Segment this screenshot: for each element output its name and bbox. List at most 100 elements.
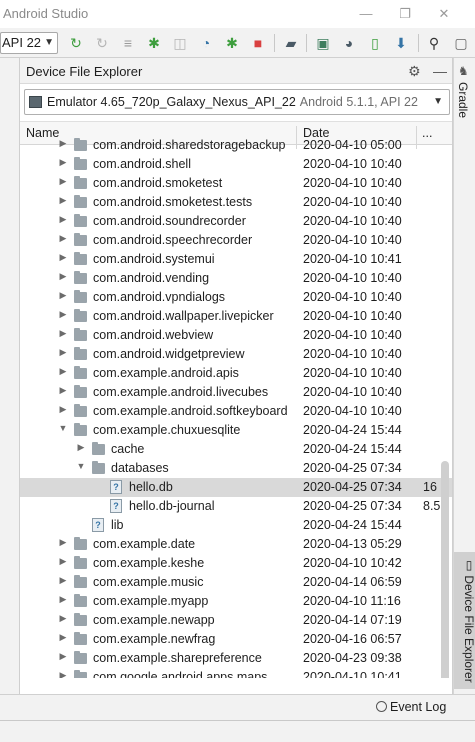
file-date: 2020-04-10 10:40 [303, 271, 402, 285]
expand-right-icon[interactable]: ▶ [58, 537, 68, 548]
table-row[interactable]: ▶ com.example.newapp 2020-04-14 07:19 [20, 611, 452, 630]
table-row[interactable]: ▶ com.android.widgetpreview 2020-04-10 10:… [20, 345, 452, 364]
table-row[interactable]: ? lib 2020-04-24 15:44 [20, 516, 452, 535]
profiler-icon[interactable]: ◔ [197, 34, 215, 52]
file-date: 2020-04-10 10:40 [303, 157, 402, 171]
table-row[interactable]: ▶ com.google.android.apps.maps 2020-04-10 … [20, 668, 452, 678]
expand-right-icon[interactable]: ▶ [58, 347, 68, 358]
expand-right-icon[interactable]: ▶ [58, 309, 68, 320]
attach-debugger-icon[interactable]: ✱ [223, 34, 241, 52]
expand-right-icon[interactable]: ▶ [58, 404, 68, 415]
expand-right-icon[interactable]: ▶ [58, 613, 68, 624]
expand-right-icon[interactable]: ▶ [58, 157, 68, 168]
expand-right-icon[interactable]: ▶ [58, 651, 68, 662]
expand-right-icon[interactable]: ▶ [58, 328, 68, 339]
expand-right-icon[interactable]: ▶ [58, 214, 68, 225]
expand-right-icon[interactable]: ▶ [58, 252, 68, 263]
device-version: Android 5.1.1, API 22 [299, 95, 418, 109]
gear-icon[interactable]: ⚙ [408, 63, 421, 80]
table-row[interactable]: ▶ cache 2020-04-24 15:44 [20, 440, 452, 459]
project-structure-icon[interactable]: ▰ [282, 34, 300, 52]
expand-right-icon[interactable]: ▶ [58, 575, 68, 586]
run-anything-icon[interactable]: ▣ [314, 34, 332, 52]
run-config-select[interactable]: API 22 ▼ [0, 32, 58, 54]
apply-code-changes-icon[interactable]: ≡ [119, 34, 137, 52]
table-row[interactable]: ▶ com.example.android.softkeyboard 2020-04… [20, 402, 452, 421]
table-row[interactable]: ? hello.db 2020-04-25 07:34 16 [20, 478, 452, 497]
file-name: cache [111, 442, 145, 456]
table-row[interactable]: ▶ com.example.android.livecubes 2020-04-10… [20, 383, 452, 402]
table-row[interactable]: ▶ com.android.vending 2020-04-10 10:40 [20, 269, 452, 288]
table-row[interactable]: ▶ com.example.keshe 2020-04-10 10:42 [20, 554, 452, 573]
file-size: 8.5 [423, 499, 441, 513]
table-row[interactable]: ▼ databases 2020-04-25 07:34 [20, 459, 452, 478]
expand-right-icon[interactable]: ▶ [58, 594, 68, 605]
table-row[interactable]: ▶ com.example.music 2020-04-14 06:59 [20, 573, 452, 592]
file-date: 2020-04-24 15:44 [303, 442, 402, 456]
tab-gradle[interactable]: Gradle [456, 82, 470, 118]
table-row[interactable]: ▶ com.android.systemui 2020-04-10 10:41 [20, 250, 452, 269]
expand-right-icon[interactable]: ▶ [58, 290, 68, 301]
expand-right-icon[interactable]: ▶ [58, 632, 68, 643]
event-log-button[interactable]: Event Log [376, 700, 446, 714]
table-row[interactable]: ▶ com.android.soundrecorder 2020-04-10 10:… [20, 212, 452, 231]
table-row[interactable]: ▶ com.android.speechrecorder 2020-04-10 10… [20, 231, 452, 250]
expand-right-icon[interactable]: ▶ [58, 366, 68, 377]
table-row[interactable]: ▶ com.example.android.apis 2020-04-10 10:4… [20, 364, 452, 383]
sync-gradle-icon[interactable]: ◕ [340, 34, 358, 52]
rerun-icon[interactable]: ↻ [67, 34, 85, 52]
coverage-icon[interactable]: ◫ [171, 34, 189, 52]
table-row[interactable]: ▶ com.android.smoketest 2020-04-10 10:40 [20, 174, 452, 193]
table-row[interactable]: ▶ com.android.webview 2020-04-10 10:40 [20, 326, 452, 345]
chevron-down-icon: ▼ [433, 96, 443, 107]
avatar[interactable]: ▢ [452, 34, 470, 52]
expand-right-icon[interactable]: ▶ [58, 233, 68, 244]
avd-manager-icon[interactable]: ▯ [366, 34, 384, 52]
file-name: com.example.date [93, 537, 196, 551]
expand-right-icon[interactable]: ▶ [76, 442, 86, 453]
expand-right-icon[interactable]: ▶ [58, 195, 68, 206]
table-row[interactable]: ▶ com.android.smoketest.tests 2020-04-10 1… [20, 193, 452, 212]
expand-right-icon[interactable]: ▶ [58, 271, 68, 282]
expand-down-icon[interactable]: ▼ [76, 461, 86, 471]
tab-device-file-explorer[interactable]: ▯ Device File Explorer [454, 552, 475, 689]
file-name: com.android.sharedstoragebackup [93, 138, 286, 152]
close-icon[interactable]: ✕ [434, 5, 454, 23]
device-select[interactable]: Emulator 4.65_720p_Galaxy_Nexus_API_22 An… [24, 89, 450, 115]
expand-right-icon[interactable]: ▶ [58, 385, 68, 396]
table-row[interactable]: ▶ com.example.newfrag 2020-04-16 06:57 [20, 630, 452, 649]
table-row[interactable]: ▶ com.android.wallpaper.livepicker 2020-04… [20, 307, 452, 326]
expand-right-icon[interactable]: ▶ [58, 670, 68, 678]
stop-icon[interactable]: ■ [249, 34, 267, 52]
table-row[interactable]: ▶ com.example.date 2020-04-13 05:29 [20, 535, 452, 554]
table-row[interactable]: ▶ com.example.sharepreference 2020-04-23 0… [20, 649, 452, 668]
file-date: 2020-04-23 09:38 [303, 651, 402, 665]
table-row[interactable]: ? hello.db-journal 2020-04-25 07:34 8.5 [20, 497, 452, 516]
minimize-icon[interactable]: — [356, 5, 376, 23]
expand-down-icon[interactable]: ▼ [58, 423, 68, 433]
table-row[interactable]: ▼ com.example.chuxuesqlite 2020-04-24 15:4… [20, 421, 452, 440]
hide-panel-icon[interactable]: — [433, 63, 447, 79]
debug-icon[interactable]: ✱ [145, 34, 163, 52]
expand-right-icon[interactable]: ▶ [58, 556, 68, 567]
folder-icon [74, 651, 87, 664]
table-row[interactable]: ▶ com.android.shell 2020-04-10 10:40 [20, 155, 452, 174]
unknown-file-icon: ? [110, 480, 122, 494]
file-name: hello.db [129, 480, 173, 494]
file-date: 2020-04-25 07:34 [303, 480, 402, 494]
file-name: com.example.android.softkeyboard [93, 404, 288, 418]
restore-icon[interactable]: ❐ [395, 5, 415, 23]
file-name: com.google.android.apps.maps [93, 670, 268, 678]
expand-right-icon[interactable]: ▶ [58, 138, 68, 149]
apply-changes-icon[interactable]: ↻ [93, 34, 111, 52]
sdk-manager-icon[interactable]: ⬇ [392, 34, 410, 52]
table-row[interactable]: ▶ com.android.vpndialogs 2020-04-10 10:40 [20, 288, 452, 307]
expand-right-icon[interactable]: ▶ [58, 176, 68, 187]
vertical-scrollbar[interactable] [441, 461, 449, 678]
search-icon[interactable]: ⚲ [425, 34, 443, 52]
folder-icon [74, 309, 87, 322]
file-name: lib [111, 518, 124, 532]
table-row[interactable]: ▶ com.android.sharedstoragebackup 2020-04-… [20, 136, 452, 155]
phone-icon: ▯ [462, 558, 475, 576]
table-row[interactable]: ▶ com.example.myapp 2020-04-10 11:16 [20, 592, 452, 611]
